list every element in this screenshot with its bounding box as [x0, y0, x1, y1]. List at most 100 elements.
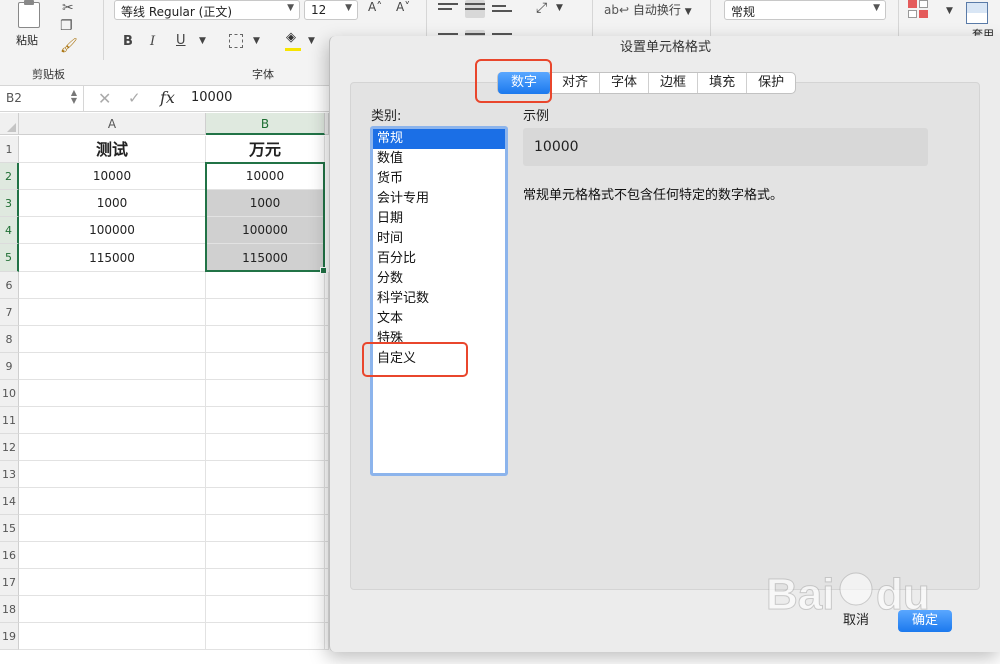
name-box[interactable]: B2 ▲ ▼: [0, 86, 84, 111]
fill-color-icon[interactable]: ◈: [286, 30, 296, 45]
align-bottom-icon[interactable]: [492, 2, 512, 20]
chevron-down-icon[interactable]: ▼: [308, 36, 315, 46]
empty-cell[interactable]: [206, 380, 325, 407]
function-icon[interactable]: fx: [160, 88, 175, 107]
empty-cell[interactable]: [19, 488, 206, 515]
confirm-icon[interactable]: ✓: [128, 89, 141, 107]
empty-cell[interactable]: [19, 434, 206, 461]
tab-alignment[interactable]: 对齐: [551, 73, 601, 93]
tab-font[interactable]: 字体: [600, 73, 650, 93]
empty-cell[interactable]: [206, 407, 325, 434]
select-all-corner[interactable]: [0, 113, 19, 135]
empty-cell[interactable]: [19, 623, 206, 650]
category-general[interactable]: 常规: [373, 129, 505, 149]
align-top-icon[interactable]: [438, 0, 458, 18]
empty-cell[interactable]: [19, 299, 206, 326]
row-header[interactable]: 13: [0, 461, 19, 488]
category-date[interactable]: 日期: [373, 209, 505, 229]
empty-cell[interactable]: [206, 461, 325, 488]
cell-b2[interactable]: 10000: [206, 163, 325, 190]
empty-cell[interactable]: [206, 515, 325, 542]
cell-a3[interactable]: 1000: [19, 190, 206, 217]
fill-handle[interactable]: [320, 267, 327, 274]
row-header[interactable]: 17: [0, 569, 19, 596]
empty-cell[interactable]: [206, 569, 325, 596]
grow-font-button[interactable]: A˄: [368, 0, 382, 14]
tab-fill[interactable]: 填充: [698, 73, 748, 93]
orientation-icon[interactable]: ⤢: [536, 0, 547, 16]
empty-cell[interactable]: [19, 353, 206, 380]
category-list[interactable]: 常规 数值 货币 会计专用 日期 时间 百分比 分数 科学记数 文本 特殊 自定…: [370, 126, 508, 476]
row-header[interactable]: 19: [0, 623, 19, 650]
row-header[interactable]: 6: [0, 272, 19, 299]
row-header[interactable]: 1: [0, 136, 19, 163]
font-name-select[interactable]: 等线 Regular (正文) ▼: [114, 0, 300, 20]
cell-b4[interactable]: 100000: [206, 217, 325, 244]
row-header[interactable]: 5: [0, 244, 19, 272]
row-header[interactable]: 16: [0, 542, 19, 569]
shrink-font-button[interactable]: A˅: [396, 0, 410, 14]
empty-cell[interactable]: [19, 569, 206, 596]
category-fraction[interactable]: 分数: [373, 269, 505, 289]
category-scientific[interactable]: 科学记数: [373, 289, 505, 309]
empty-cell[interactable]: [206, 326, 325, 353]
empty-cell[interactable]: [206, 434, 325, 461]
empty-cell[interactable]: [19, 380, 206, 407]
empty-cell[interactable]: [206, 596, 325, 623]
row-header[interactable]: 11: [0, 407, 19, 434]
bold-button[interactable]: B: [123, 34, 133, 49]
row-header[interactable]: 14: [0, 488, 19, 515]
empty-cell[interactable]: [19, 272, 206, 299]
chevron-down-icon[interactable]: ▼: [253, 36, 260, 46]
column-header-b[interactable]: B: [206, 113, 325, 135]
border-icon[interactable]: [229, 34, 243, 48]
empty-cell[interactable]: [19, 596, 206, 623]
table-format-icon[interactable]: [966, 2, 988, 24]
row-header[interactable]: 2: [0, 163, 19, 190]
cancel-button[interactable]: 取消: [830, 610, 882, 632]
row-header[interactable]: 10: [0, 380, 19, 407]
cell-b3[interactable]: 1000: [206, 190, 325, 217]
category-text[interactable]: 文本: [373, 309, 505, 329]
ok-button[interactable]: 确定: [898, 610, 952, 632]
empty-cell[interactable]: [19, 461, 206, 488]
row-header[interactable]: 4: [0, 217, 19, 244]
empty-cell[interactable]: [206, 299, 325, 326]
empty-cell[interactable]: [206, 623, 325, 650]
chevron-down-icon[interactable]: ▼: [199, 36, 206, 46]
tab-border[interactable]: 边框: [649, 73, 699, 93]
row-header[interactable]: 8: [0, 326, 19, 353]
cancel-icon[interactable]: ✕: [98, 89, 111, 108]
italic-button[interactable]: I: [150, 34, 155, 49]
cell-a5[interactable]: 115000: [19, 244, 206, 272]
cell-a4[interactable]: 100000: [19, 217, 206, 244]
empty-cell[interactable]: [206, 353, 325, 380]
empty-cell[interactable]: [19, 515, 206, 542]
category-accounting[interactable]: 会计专用: [373, 189, 505, 209]
format-painter-icon[interactable]: 🖌: [60, 38, 78, 54]
number-format-select[interactable]: 常规 ▼: [724, 0, 886, 20]
row-header[interactable]: 7: [0, 299, 19, 326]
chevron-down-icon[interactable]: ▼: [556, 3, 563, 13]
empty-cell[interactable]: [19, 542, 206, 569]
cell-a1[interactable]: 测试: [19, 136, 206, 163]
conditional-format-icon[interactable]: [908, 0, 942, 26]
row-header[interactable]: 12: [0, 434, 19, 461]
empty-cell[interactable]: [206, 488, 325, 515]
cell-b5[interactable]: 115000: [206, 244, 325, 272]
font-size-select[interactable]: 12 ▼: [304, 0, 358, 20]
formula-input[interactable]: 10000: [191, 90, 232, 105]
empty-cell[interactable]: [19, 326, 206, 353]
category-time[interactable]: 时间: [373, 229, 505, 249]
tab-protection[interactable]: 保护: [747, 73, 795, 93]
column-header-a[interactable]: A: [19, 113, 206, 135]
empty-cell[interactable]: [206, 272, 325, 299]
category-number[interactable]: 数值: [373, 149, 505, 169]
category-currency[interactable]: 货币: [373, 169, 505, 189]
scissors-icon[interactable]: ✂: [62, 0, 74, 16]
cell-a2[interactable]: 10000: [19, 163, 206, 190]
empty-cell[interactable]: [206, 542, 325, 569]
paste-button[interactable]: 粘贴: [8, 0, 50, 62]
empty-cell[interactable]: [19, 407, 206, 434]
row-header[interactable]: 3: [0, 190, 19, 217]
